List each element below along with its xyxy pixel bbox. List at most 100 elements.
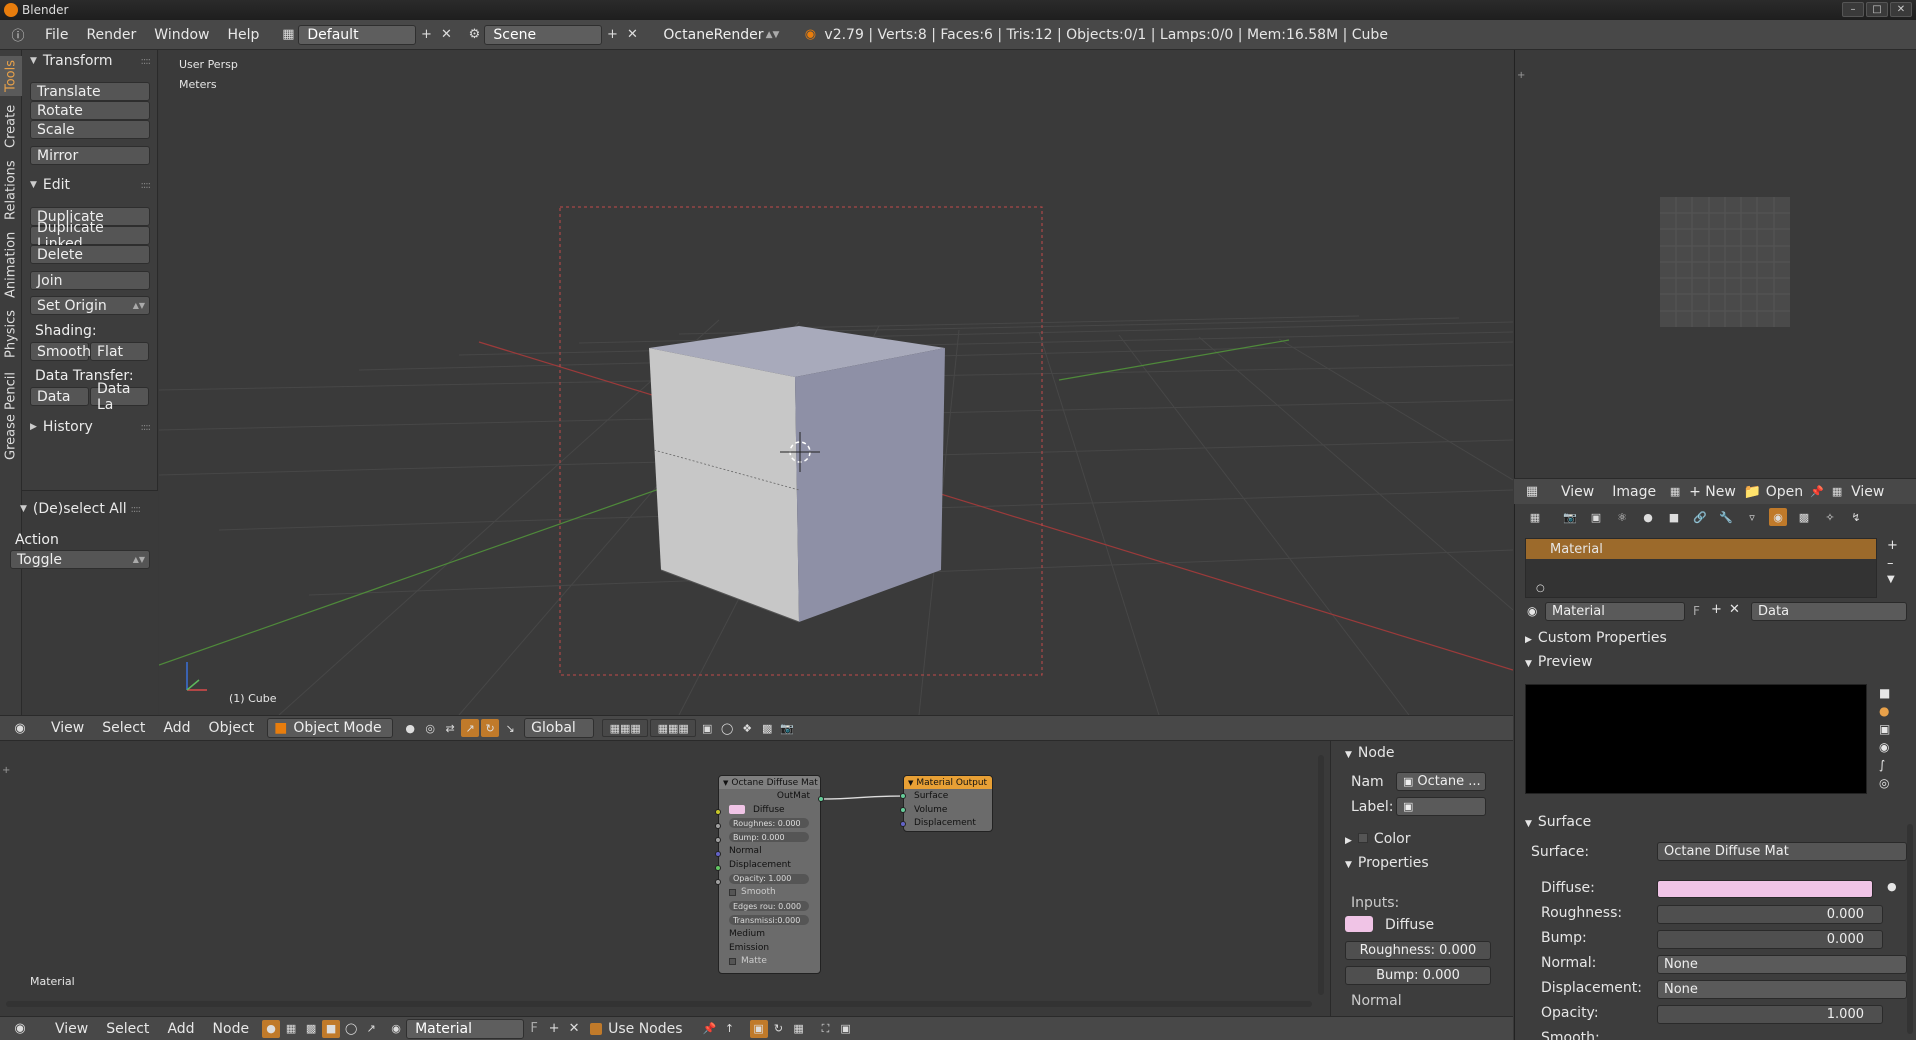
view-menu[interactable]: View (42, 720, 93, 736)
node-name-field[interactable]: ▣ Octane ... (1396, 772, 1486, 791)
node-add-material-icon[interactable]: + (544, 1019, 564, 1039)
node-grid-icon[interactable]: ▦ (790, 1020, 808, 1038)
surface-socket[interactable] (900, 793, 906, 799)
sidebar-bump-slider[interactable]: Bump: 0.000 (1345, 966, 1491, 985)
pivot-point-icon[interactable]: ◎ (421, 719, 439, 737)
add-scene-icon[interactable]: + (602, 25, 622, 45)
menu-window[interactable]: Window (145, 27, 218, 43)
lock-layers-icon[interactable]: ▣ (698, 719, 716, 737)
smooth-checkbox[interactable] (729, 888, 736, 896)
object-tab-icon[interactable]: ■ (1665, 508, 1683, 526)
duplicate-linked-button[interactable]: Duplicate Linked (30, 220, 150, 252)
texture-tab-icon[interactable]: ▩ (1795, 508, 1813, 526)
node-input-bump[interactable]: Bump: 0.000 (719, 830, 820, 844)
world-shader-icon[interactable]: ◯ (342, 1020, 360, 1038)
collapse-triangle-icon[interactable]: ▼ (723, 779, 728, 787)
data-layout-button[interactable]: Data La (90, 381, 149, 413)
bump-slider[interactable]: 0.000 (1657, 930, 1883, 949)
node-snap-element-icon[interactable]: ↻ (770, 1020, 788, 1038)
panel-grip-icon[interactable]: :::: (141, 422, 152, 433)
scene-field[interactable]: Scene (484, 24, 603, 45)
node-view-menu[interactable]: View (46, 1021, 97, 1037)
menu-file[interactable]: File (36, 27, 77, 43)
layers-grid-2-icon[interactable]: ▦▦▦ (650, 719, 697, 737)
image-pin-icon[interactable]: 📌 (1808, 483, 1826, 501)
add-menu[interactable]: Add (154, 720, 199, 736)
set-origin-button[interactable]: Set Origin ▲▼ (30, 296, 150, 315)
panel-grip-icon[interactable]: :::: (131, 504, 142, 515)
rotate-manipulator-icon[interactable]: ↻ (481, 719, 500, 737)
mode-select[interactable]: ■ Object Mode (267, 718, 394, 738)
remove-scene-icon[interactable]: ✕ (622, 25, 642, 45)
preview-cube-icon[interactable]: ▣ (1879, 722, 1890, 736)
node-label-field[interactable]: ▣ (1396, 797, 1486, 816)
node-add-menu[interactable]: Add (158, 1021, 203, 1037)
collapse-triangle-icon[interactable]: ▼ (908, 779, 913, 787)
object-menu[interactable]: Object (200, 720, 264, 736)
tab-physics[interactable]: Physics (0, 306, 22, 362)
scale-button[interactable]: Scale (30, 120, 150, 139)
color-checkbox[interactable] (1357, 833, 1368, 843)
outmat-socket[interactable] (818, 796, 824, 802)
node-panel-header[interactable]: ▼ Node (1345, 745, 1394, 761)
image-mode-view[interactable]: View (1847, 484, 1888, 500)
diffuse-color-field[interactable] (1657, 880, 1873, 898)
diffuse-node-header[interactable]: ▼ Octane Diffuse Mat (719, 776, 820, 789)
particles-tab-icon[interactable]: ✧ (1821, 508, 1839, 526)
image-browse-icon[interactable]: ▦ (1666, 483, 1684, 501)
preview-sphere-sky-icon[interactable]: ◎ (1879, 776, 1890, 790)
flat-button[interactable]: Flat (90, 342, 149, 361)
displacement-socket[interactable] (715, 865, 721, 871)
new-image-button[interactable]: + New (1685, 484, 1740, 500)
node-input-displacement[interactable]: Displacement (719, 858, 820, 872)
layers-grid-icon[interactable]: ▦▦▦ (602, 719, 649, 737)
output-input-surface[interactable]: Surface (904, 789, 992, 803)
remove-layout-icon[interactable]: ✕ (436, 25, 456, 45)
history-panel-header[interactable]: ▶ History:::: (22, 416, 158, 438)
menu-help[interactable]: Help (218, 27, 268, 43)
snap-element-icon[interactable]: ▩ (758, 719, 776, 737)
tab-tools[interactable]: Tools (0, 56, 22, 96)
volume-socket[interactable] (900, 807, 906, 813)
material-tab-icon[interactable]: ◉ (1769, 508, 1787, 526)
image-editor[interactable]: + (1514, 50, 1916, 478)
node-select-menu[interactable]: Select (97, 1021, 158, 1037)
close-icon[interactable]: ✕ (1890, 2, 1912, 17)
image-editor-type-icon[interactable]: ▦ (1522, 482, 1542, 502)
node-input-normal[interactable]: Normal (719, 844, 820, 858)
properties-scrollbar[interactable] (1907, 824, 1913, 1034)
panel-grip-icon[interactable]: :::: (141, 180, 152, 191)
node-input-edges-rounding[interactable]: Edges rou: 0.000 (719, 899, 820, 913)
material-slot-item[interactable]: Material (1526, 539, 1876, 559)
opacity-socket[interactable] (715, 879, 721, 885)
parent-node-tree-icon[interactable]: ↑ (721, 1020, 739, 1038)
normal-socket[interactable] (715, 851, 721, 857)
matte-checkbox[interactable] (729, 957, 736, 965)
output-displacement-socket[interactable] (900, 821, 906, 827)
data-tab-icon[interactable]: ▿ (1743, 508, 1761, 526)
unlink-material-icon[interactable]: ✕ (1729, 602, 1740, 617)
data-transfer-button[interactable]: Data (30, 387, 89, 406)
info-editor-type-icon[interactable]: ⓘ (8, 25, 28, 45)
shader-nodes-icon[interactable]: ● (262, 1019, 281, 1038)
paste-nodes-icon[interactable]: ▣ (837, 1020, 855, 1038)
node-fake-user-button[interactable]: F (524, 1019, 544, 1039)
preview-plane-icon[interactable]: ■ (1879, 686, 1890, 700)
output-input-displacement[interactable]: Displacement (904, 817, 992, 831)
node-input-transmission[interactable]: Transmissi:0.000 (719, 913, 820, 927)
snap-toggle-icon[interactable]: ❖ (738, 719, 756, 737)
node-input-opacity[interactable]: Opacity: 1.000 (719, 872, 820, 886)
use-nodes-checkbox[interactable] (590, 1022, 603, 1035)
rotate-button[interactable]: Rotate (30, 101, 150, 120)
pin-icon[interactable]: 📌 (701, 1020, 719, 1038)
preview-monkey-icon[interactable]: ◉ (1879, 740, 1890, 754)
node-menu[interactable]: Node (204, 1021, 259, 1037)
node-input-diffuse[interactable]: Diffuse (719, 803, 820, 817)
operator-panel-header[interactable]: ▼ (De)select All:::: (12, 498, 148, 520)
add-slot-icon[interactable]: + (1887, 538, 1898, 553)
delete-button[interactable]: Delete (30, 245, 150, 264)
scene-icon[interactable]: ⚙ (464, 25, 484, 45)
object-shader-icon[interactable]: ■ (322, 1019, 341, 1038)
node-unlink-material-icon[interactable]: ✕ (564, 1019, 584, 1039)
modifiers-tab-icon[interactable]: 🔧 (1717, 508, 1735, 526)
